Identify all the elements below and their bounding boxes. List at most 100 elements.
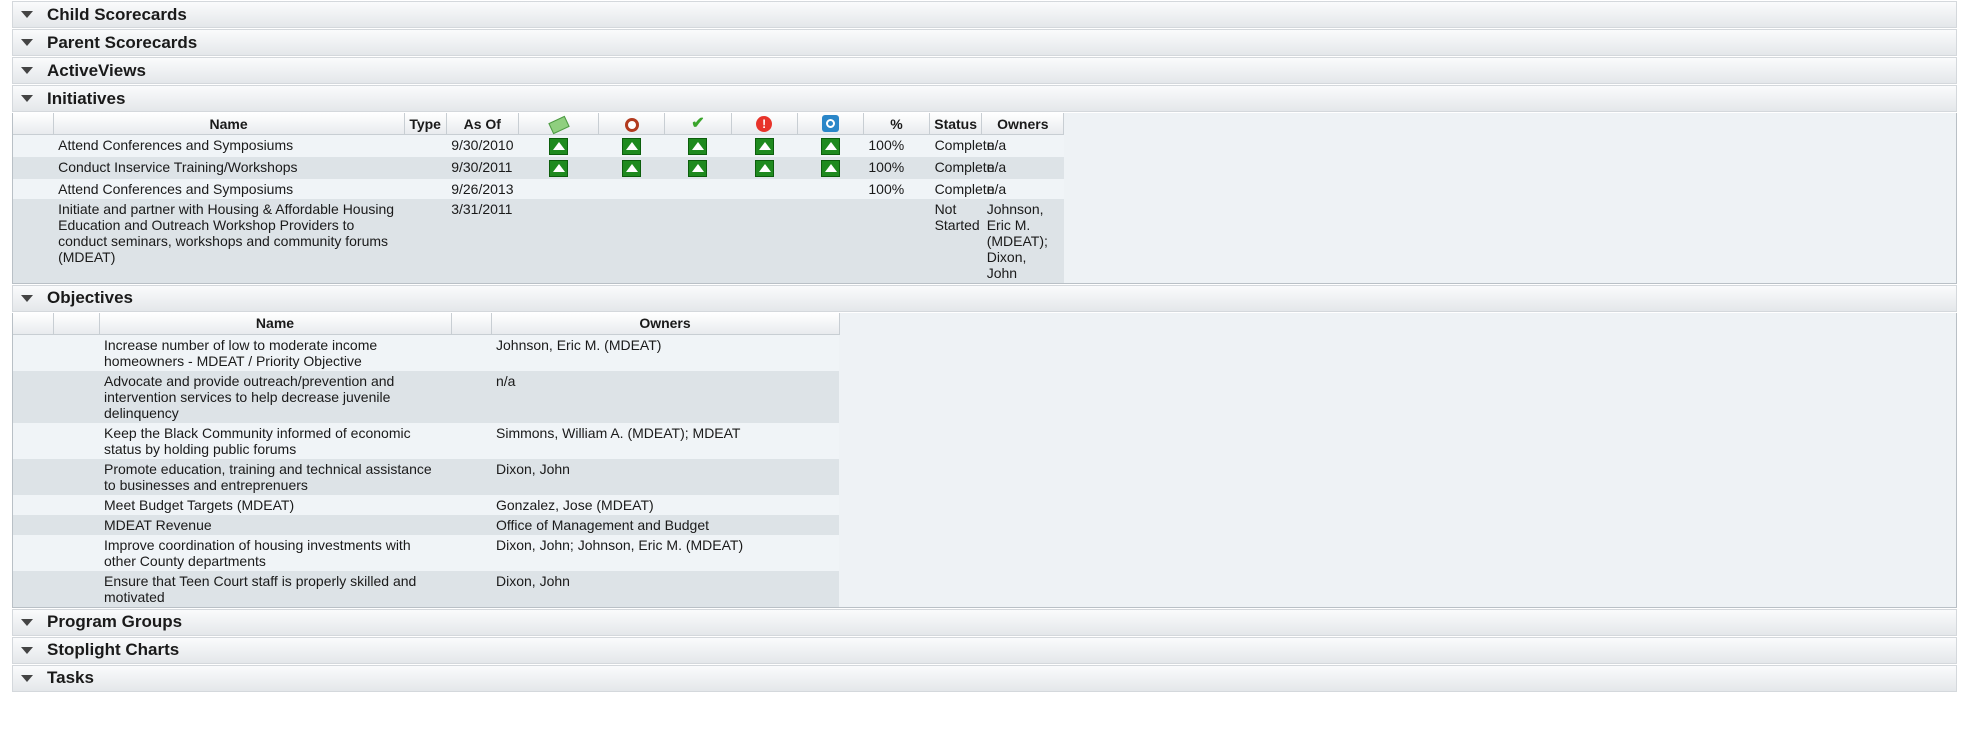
row-selector-cell[interactable] [13,198,54,283]
status-indicator-cell [598,198,665,283]
green-up-arrow-icon [622,137,642,155]
table-row[interactable]: Attend Conferences and Symposiums 9/30/20… [13,134,1417,157]
money-icon [547,115,570,135]
row-selector-cell[interactable] [13,134,54,157]
table-row[interactable]: Increase number of low to moderate incom… [13,334,839,371]
objective-name[interactable]: Keep the Black Community informed of eco… [99,422,451,459]
checkmark-icon: ✔ [691,115,705,133]
spacer-cell [451,570,491,607]
section-parent-scorecards[interactable]: Parent Scorecards [12,29,1957,56]
status-indicator-cell [664,134,731,157]
section-title: Objectives [47,288,133,308]
table-row[interactable]: Meet Budget Targets (MDEAT) Gonzalez, Jos… [13,494,839,515]
spacer-column-header [451,312,492,335]
initiative-as-of: 9/30/2010 [446,134,519,157]
status-column-header[interactable]: Status [929,113,983,135]
table-row[interactable]: Ensure that Teen Court staff is properly… [13,570,839,607]
table-row[interactable]: Keep the Black Community informed of eco… [13,422,839,459]
status-indicator-cell [797,134,864,157]
indicator-cell [53,370,99,423]
collapse-triangle-icon [21,67,33,74]
status-indicator-cell [664,156,731,179]
objective-name[interactable]: Meet Budget Targets (MDEAT) [99,494,451,515]
row-selector-cell[interactable] [13,370,53,423]
green-up-arrow-icon [820,137,840,155]
percent-column-header[interactable]: % [863,113,931,135]
status-indicator-cell [731,198,798,283]
issues-column-header[interactable]: ! [731,113,798,135]
indicator-column-header [53,312,100,335]
section-initiatives[interactable]: Initiatives [12,85,1957,112]
table-row[interactable]: Conduct Inservice Training/Workshops 9/30… [13,156,1417,179]
as-of-column-header[interactable]: As Of [446,113,519,135]
completion-column-header[interactable]: ✔ [664,113,732,135]
target-column-header[interactable] [797,113,864,135]
section-title: Initiatives [47,88,126,108]
objective-name[interactable]: Promote education, training and technica… [99,458,451,495]
initiative-name[interactable]: Attend Conferences and Symposiums [53,134,405,157]
initiative-percent [863,198,930,283]
status-indicator-cell [518,198,599,283]
objective-owners: Gonzalez, Jose (MDEAT) [491,494,839,515]
indicator-cell [53,334,99,371]
name-column-header[interactable]: Name [53,113,405,135]
green-up-arrow-icon [622,159,642,177]
table-row[interactable]: Attend Conferences and Symposiums 9/26/20… [13,178,1417,199]
objective-name[interactable]: Advocate and provide outreach/prevention… [99,370,451,423]
row-selector-cell[interactable] [13,514,53,535]
status-indicator-cell [518,134,599,157]
table-row[interactable]: Improve coordination of housing investme… [13,534,839,571]
objectives-table: Name Owners Increase number of low to mo… [13,312,840,607]
owners-column-header[interactable]: Owners [491,312,840,335]
objective-name[interactable]: Increase number of low to moderate incom… [99,334,451,371]
objective-name[interactable]: Ensure that Teen Court staff is properly… [99,570,451,607]
row-selector-cell[interactable] [13,458,53,495]
section-child-scorecards[interactable]: Child Scorecards [12,1,1957,28]
initiative-status: Not Started [929,198,982,283]
type-column-header[interactable]: Type [404,113,447,135]
section-activeviews[interactable]: ActiveViews [12,57,1957,84]
table-row[interactable]: Initiate and partner with Housing & Affo… [13,198,1417,283]
green-up-arrow-icon [549,159,569,177]
objective-name[interactable]: Improve coordination of housing investme… [99,534,451,571]
section-program-groups[interactable]: Program Groups [12,608,1957,636]
green-up-arrow-icon [754,159,774,177]
initiative-type [404,178,447,199]
row-selector-cell[interactable] [13,156,54,179]
section-stoplight-charts[interactable]: Stoplight Charts [12,636,1957,664]
initiative-percent: 100% [863,134,930,157]
table-row[interactable]: MDEAT Revenue Office of Management and Bu… [13,514,839,535]
status-indicator-cell [598,134,665,157]
section-tasks[interactable]: Tasks [12,664,1957,692]
table-row[interactable]: Promote education, training and technica… [13,458,839,495]
name-column-header[interactable]: Name [99,312,452,335]
row-selector-cell[interactable] [13,570,53,607]
initiative-name[interactable]: Attend Conferences and Symposiums [53,178,405,199]
section-objectives[interactable]: Objectives [12,284,1957,312]
initiative-name[interactable]: Conduct Inservice Training/Workshops [53,156,405,179]
initiative-name[interactable]: Initiate and partner with Housing & Affo… [53,198,405,283]
initiative-type [404,134,447,157]
initiatives-table: Name Type As Of ✔ ! % Status Owners Atte… [13,113,1417,283]
table-row[interactable]: Advocate and provide outreach/prevention… [13,370,839,423]
schedule-column-header[interactable] [598,113,666,135]
objective-name[interactable]: MDEAT Revenue [99,514,451,535]
row-selector-cell[interactable] [13,534,53,571]
row-selector-cell[interactable] [13,178,54,199]
row-selector-cell[interactable] [13,494,53,515]
status-indicator-cell [664,178,731,199]
objective-owners: Simmons, William A. (MDEAT); MDEAT [491,422,839,459]
status-indicator-cell [797,178,864,199]
spacer-cell [451,534,491,571]
initiatives-header-row: Name Type As Of ✔ ! % Status Owners [13,113,1417,135]
section-title: Tasks [47,668,94,688]
initiative-percent: 100% [863,156,930,179]
section-title: ActiveViews [47,60,146,80]
row-selector-cell[interactable] [13,422,53,459]
row-selector-cell[interactable] [13,334,53,371]
budget-column-header[interactable] [518,113,600,135]
objective-owners: Office of Management and Budget [491,514,839,535]
status-indicator-cell [797,198,864,283]
owners-column-header[interactable]: Owners [981,113,1065,135]
initiative-owners: n/a [981,134,1064,157]
